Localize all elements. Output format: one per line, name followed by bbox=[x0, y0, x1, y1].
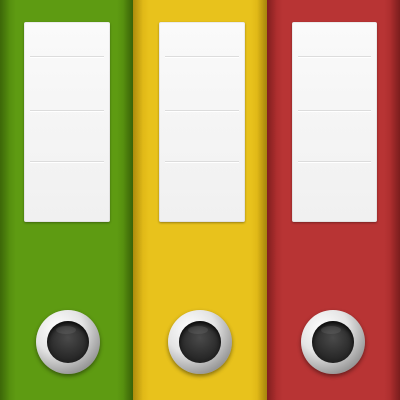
label-line bbox=[30, 110, 104, 111]
label-line bbox=[165, 56, 239, 57]
finger-hole bbox=[47, 321, 89, 363]
label-line bbox=[165, 110, 239, 111]
label-line bbox=[30, 161, 104, 162]
finger-hole-ring bbox=[36, 310, 100, 374]
label-line bbox=[165, 161, 239, 162]
label-line bbox=[298, 110, 371, 111]
label-line bbox=[298, 161, 371, 162]
spine-shadow bbox=[133, 0, 143, 400]
binders-icon bbox=[0, 0, 400, 400]
spine-shadow bbox=[0, 0, 10, 400]
binder-label-card bbox=[159, 22, 245, 222]
label-line bbox=[298, 56, 371, 57]
binder-green bbox=[0, 0, 133, 400]
spine-shadow bbox=[390, 0, 400, 400]
finger-hole bbox=[312, 321, 354, 363]
spine-shadow bbox=[257, 0, 267, 400]
label-line bbox=[30, 56, 104, 57]
binder-yellow bbox=[133, 0, 267, 400]
binder-red bbox=[267, 0, 400, 400]
finger-hole-ring bbox=[168, 310, 232, 374]
finger-hole-ring bbox=[301, 310, 365, 374]
binder-label-card bbox=[292, 22, 377, 222]
spine-shadow bbox=[267, 0, 277, 400]
finger-hole bbox=[179, 321, 221, 363]
spine-shadow bbox=[123, 0, 133, 400]
binder-label-card bbox=[24, 22, 110, 222]
